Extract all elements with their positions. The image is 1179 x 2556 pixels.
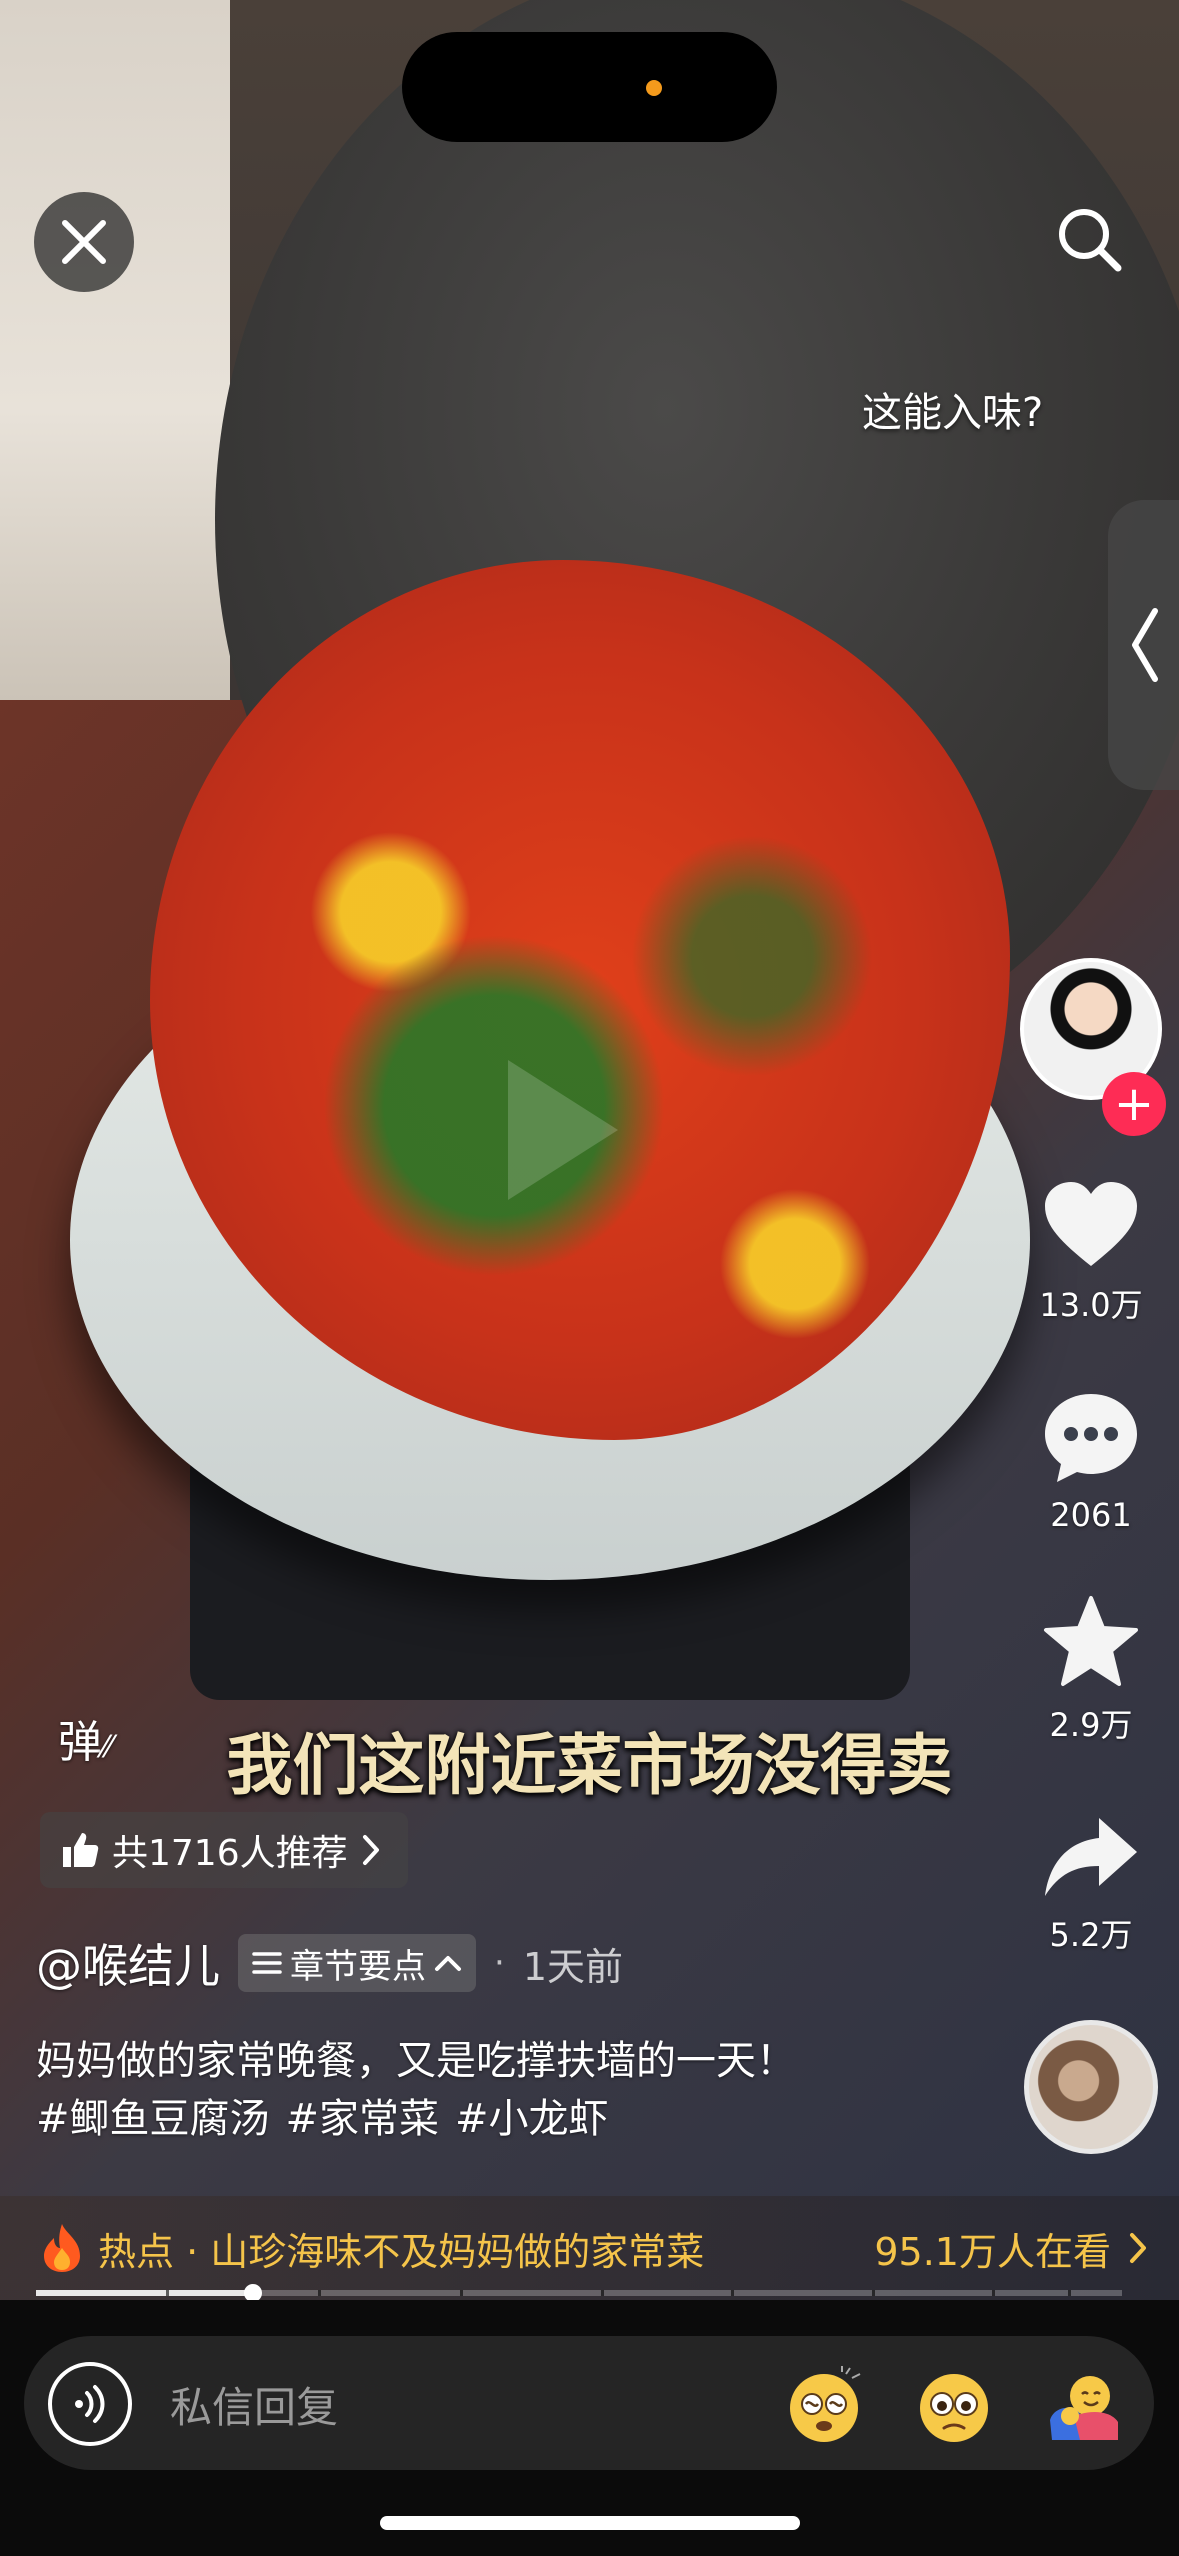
- recommend-text: 共1716人推荐: [112, 1833, 348, 1874]
- reply-placeholder[interactable]: 私信回复: [170, 2374, 338, 2435]
- chapter-tick: [1067, 2290, 1071, 2296]
- home-indicator: [380, 2516, 800, 2530]
- progress-fill: [36, 2290, 254, 2296]
- description-text: 妈妈做的家常晚餐，又是吃撑扶墙的一天！: [36, 2038, 796, 2084]
- hot-topic-right: 95.1万人在看: [874, 2221, 1149, 2276]
- comment-icon: [1045, 1394, 1137, 1482]
- dizzy-face-emoji-icon[interactable]: [784, 2366, 864, 2446]
- recommend-pill[interactable]: 共1716人推荐: [40, 1812, 408, 1888]
- chapter-tick: [991, 2290, 995, 2296]
- share-button[interactable]: 5.2万: [1035, 1814, 1147, 1956]
- chapter-tick: [872, 2290, 876, 2296]
- chapter-tick: [600, 2290, 604, 2296]
- chapter-tick: [459, 2290, 463, 2296]
- comment-count: 2061: [1050, 1496, 1132, 1534]
- separator: ·: [494, 1943, 505, 1983]
- like-button[interactable]: 13.0万: [1035, 1180, 1147, 1326]
- chevron-right-icon: [1130, 2233, 1146, 2263]
- background-cloth: [0, 0, 230, 820]
- search-button[interactable]: [1050, 200, 1130, 280]
- chevron-right-icon: [362, 1835, 379, 1865]
- post-meta-row: @喉结儿 章节要点 · 1天前: [36, 1928, 623, 1998]
- chevron-left-icon: [1131, 608, 1158, 682]
- share-count: 5.2万: [1049, 1916, 1133, 1954]
- play-icon: [508, 1060, 618, 1200]
- recording-indicator: [646, 80, 662, 96]
- close-button[interactable]: [34, 192, 134, 292]
- dynamic-island: [402, 32, 777, 142]
- hot-topic-label: 热点 · 山珍海味不及妈妈做的家常菜: [98, 2229, 705, 2274]
- star-icon: [1044, 1596, 1138, 1686]
- music-disc[interactable]: [1024, 2020, 1158, 2154]
- video-subtitle: 我们这附近菜市场没得卖: [226, 1727, 953, 1804]
- hug-emoji-icon[interactable]: [1044, 2366, 1124, 2446]
- chapters-button[interactable]: 章节要点: [238, 1934, 476, 1992]
- side-panel-toggle[interactable]: [1108, 500, 1179, 790]
- thumbs-up-icon: [63, 1833, 99, 1867]
- post-description: 妈妈做的家常晚餐，又是吃撑扶墙的一天！ #鲫鱼豆腐汤 #家常菜 #小龙虾: [36, 2032, 976, 2148]
- hot-topic-bar[interactable]: 热点 · 山珍海味不及妈妈做的家常菜 95.1万人在看: [0, 2196, 1179, 2300]
- hashtag-row: #鲫鱼豆腐汤 #家常菜 #小龙虾: [36, 2090, 976, 2148]
- post-time: 1天前: [522, 1944, 623, 1989]
- heart-icon: [1045, 1182, 1137, 1266]
- chapters-label: 章节要点: [290, 1946, 426, 1987]
- voice-button[interactable]: [48, 2362, 132, 2446]
- close-icon: [62, 220, 106, 264]
- like-count: 13.0万: [1039, 1286, 1143, 1324]
- hashtag[interactable]: #鲫鱼豆腐汤: [36, 2096, 270, 2142]
- comment-button[interactable]: 2061: [1035, 1390, 1147, 1534]
- video-progress-bar[interactable]: [36, 2284, 1122, 2302]
- wide-eyed-face-emoji-icon[interactable]: [914, 2366, 994, 2446]
- chapter-tick: [318, 2290, 322, 2296]
- chevron-up-icon: [435, 1956, 461, 1971]
- hot-topic-viewers: 95.1万人在看: [874, 2229, 1111, 2274]
- voice-icon: [75, 2385, 105, 2423]
- chapter-tick: [166, 2290, 170, 2296]
- fire-icon: [44, 2224, 80, 2272]
- hashtag[interactable]: #家常菜: [286, 2096, 440, 2142]
- chapter-tick: [731, 2290, 735, 2296]
- hot-topic-left: 热点 · 山珍海味不及妈妈做的家常菜: [40, 2221, 704, 2276]
- hashtag[interactable]: #小龙虾: [455, 2096, 609, 2142]
- video-caption-top: 这能入味?: [862, 390, 1044, 436]
- search-icon: [1059, 209, 1122, 272]
- follow-button[interactable]: +: [1102, 1072, 1166, 1136]
- list-icon: [252, 1952, 282, 1974]
- share-icon: [1045, 1818, 1137, 1896]
- author-name[interactable]: @喉结儿: [36, 1930, 220, 1996]
